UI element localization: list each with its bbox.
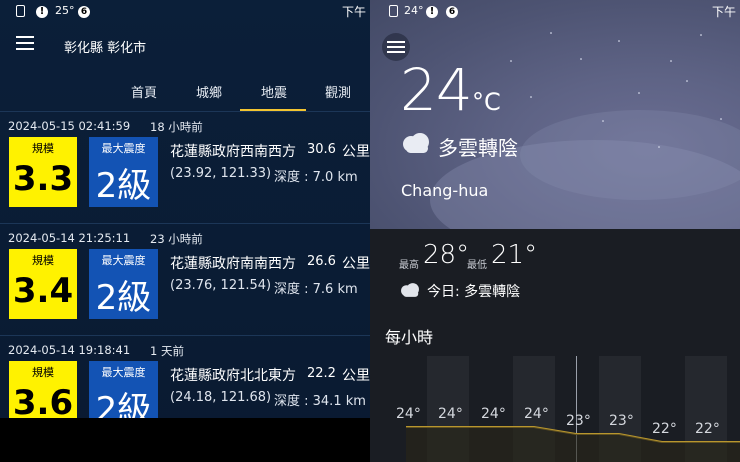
status-time: 下午 [341,5,366,19]
intensity-box: 最大震度 2級 [89,137,158,207]
intensity-value: 2級 [95,166,152,206]
notification-badge-count: 6 [446,6,458,18]
status-bar: 24° ! 6 下午 [370,0,740,22]
hour-temperature: 22° [695,421,720,437]
quake-distance: 30.6 [307,142,336,157]
bottom-black-bar [0,418,370,462]
intensity-box: 最大震度 2級 [89,249,158,319]
high-label: 最高 [399,260,419,271]
forecast-details: 最高 28° 最低 21° 今日: 多雲轉陰 每小時 24° 24° 24° 2… [370,229,740,462]
condition-text: 多雲轉陰 [438,136,518,160]
menu-icon [387,41,405,55]
quake-datetime: 2024-05-15 02:41:59 [8,119,131,133]
quake-datetime: 2024-05-14 19:18:41 [8,343,131,357]
tab-home[interactable]: 首頁 [131,82,157,101]
quake-distance: 22.2 [307,366,336,381]
intensity-label: 最大震度 [101,142,146,155]
magnitude-value: 3.3 [12,159,74,199]
quake-ago: 1 天前 [150,344,184,358]
status-bar: ! 25° 6 下午 [0,0,370,22]
hour-temperature: 24° [438,406,463,422]
tab-towns[interactable]: 城鄉 [196,82,222,101]
quake-distance-unit: 公里 [342,144,370,160]
quake-distance-unit: 公里 [342,368,370,384]
low-label: 最低 [467,260,487,271]
quake-ago: 23 小時前 [150,232,203,246]
hourly-title: 每小時 [385,328,434,347]
hour-temperature: 23° [609,413,634,429]
current-temperature: 24 [400,56,473,124]
hour-temperature: 23° [566,413,591,429]
divider [0,335,370,336]
intensity-label: 最大震度 [101,254,146,267]
earthquake-item[interactable]: 2024-05-14 21:25:11 23 小時前 規模 3.4 最大震度 2… [0,223,370,335]
hourly-forecast[interactable]: 24° 24° 24° 24° 23° 23° 22° 22° [370,356,740,462]
quake-datetime: 2024-05-14 21:25:11 [8,231,131,245]
sky-background: 24° ! 6 下午 24 °C 多雲轉陰 Chang-hua [370,0,740,260]
intensity-value: 2級 [95,278,152,318]
temperature-unit: °C [472,88,501,116]
intensity-label: 最大震度 [101,366,146,379]
status-temperature: 24° [404,4,424,17]
hour-temperature: 24° [481,406,506,422]
hour-temperature: 22° [652,421,677,437]
magnitude-label: 規模 [32,142,54,155]
cloud-icon [401,283,419,297]
phone-icon [16,5,25,17]
quake-distance-unit: 公里 [342,256,370,272]
quake-depth: 深度 : 34.1 km [274,394,366,409]
hourly-temperature-line [406,426,740,462]
high-temperature: 28° [423,240,470,270]
today-summary-row: 今日: 多雲轉陰 [399,280,739,302]
menu-icon[interactable] [16,36,34,50]
quake-coordinates: (24.18, 121.68) [170,390,272,405]
high-low-row: 最高 28° 最低 21° [399,240,739,274]
quake-depth: 深度 : 7.6 km [274,282,358,297]
cloud-icon [403,133,429,153]
phone-icon [389,5,398,17]
hour-temperature: 24° [524,406,549,422]
magnitude-value: 3.6 [12,383,74,423]
magnitude-box: 規模 3.4 [9,249,77,319]
location-title: 彰化縣 彰化市 [64,41,147,56]
quake-coordinates: (23.92, 121.33) [170,166,272,181]
divider [0,223,370,224]
today-summary: 今日: 多雲轉陰 [427,284,521,300]
quake-distance: 26.6 [307,254,336,269]
quake-location: 花蓮縣政府南南西方 [170,256,296,272]
earthquake-item[interactable]: 2024-05-15 02:41:59 18 小時前 規模 3.3 最大震度 2… [0,111,370,223]
magnitude-label: 規模 [32,254,54,267]
alert-icon: ! [426,4,438,18]
tab-earthquake[interactable]: 地震 [261,82,287,101]
quake-depth: 深度 : 7.0 km [274,170,358,185]
alert-icon: ! [36,4,48,18]
hour-temperature: 24° [396,406,421,422]
notification-badge: 6 [446,4,458,18]
magnitude-value: 3.4 [12,271,74,311]
earthquake-app: ! 25° 6 下午 彰化縣 彰化市 首頁 城鄉 地震 觀測 2024-05-1… [0,0,370,462]
tab-bar: 首頁 城鄉 地震 觀測 [0,78,370,112]
city-name: Chang-hua [401,181,489,200]
quake-location: 花蓮縣政府西南西方 [170,144,296,160]
tab-observation[interactable]: 觀測 [325,82,351,101]
weather-app: 24° ! 6 下午 24 °C 多雲轉陰 Chang-hua 最高 28° 最… [370,0,740,462]
divider [0,111,370,112]
quake-coordinates: (23.76, 121.54) [170,278,272,293]
notification-badge: 6 [78,4,90,18]
status-temperature: 25° [55,4,75,17]
quake-ago: 18 小時前 [150,120,203,134]
notification-badge-count: 6 [78,6,90,18]
magnitude-box: 規模 3.3 [9,137,77,207]
status-time: 下午 [711,5,736,19]
magnitude-label: 規模 [32,366,54,379]
quake-location: 花蓮縣政府北北東方 [170,368,296,384]
low-temperature: 21° [491,240,538,270]
